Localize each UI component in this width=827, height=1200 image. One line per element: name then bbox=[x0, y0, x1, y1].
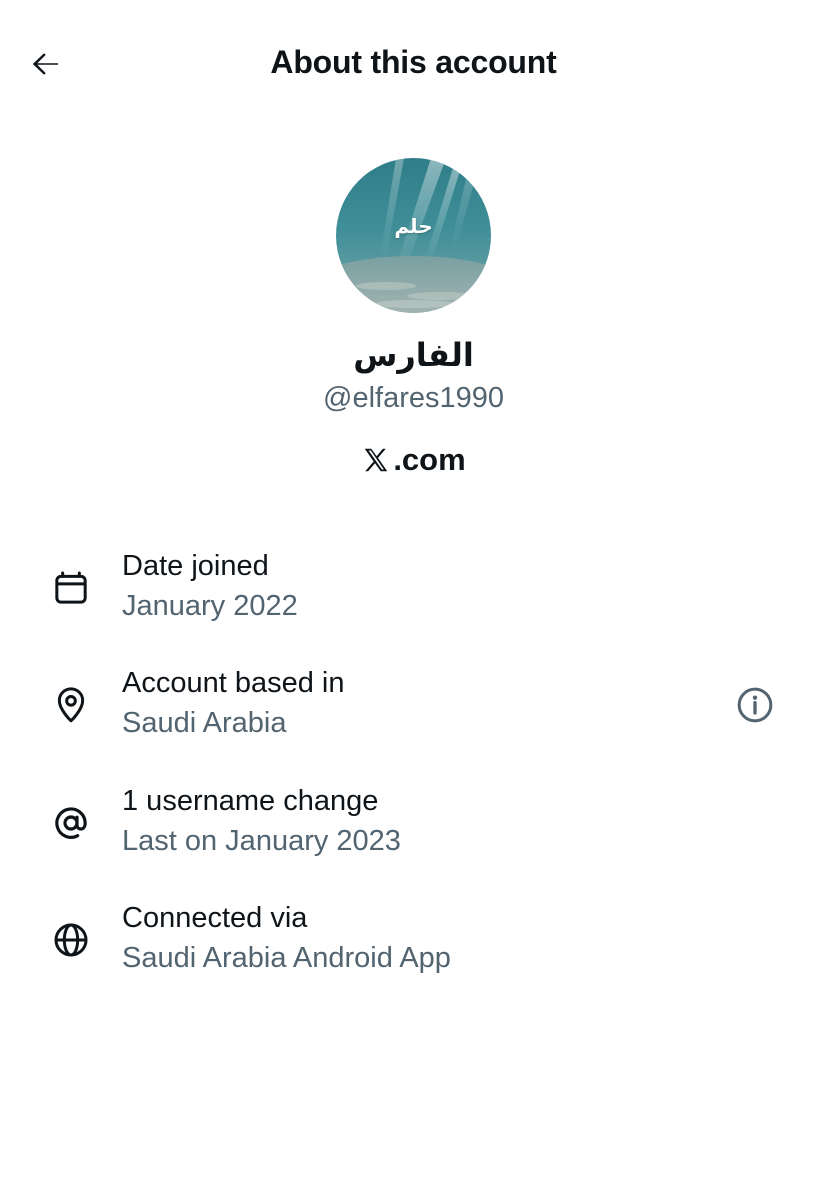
username-change-value: Last on January 2023 bbox=[122, 825, 401, 857]
avatar-caption: حلم bbox=[394, 214, 433, 238]
date-joined-row: Date joined January 2022 bbox=[0, 550, 827, 650]
avatar[interactable]: حلم bbox=[336, 158, 491, 313]
platform-label: .com bbox=[0, 442, 827, 478]
x-logo-icon bbox=[365, 448, 388, 472]
display-name: الفارس bbox=[353, 336, 474, 374]
info-icon bbox=[737, 687, 773, 723]
calendar-icon bbox=[50, 567, 92, 609]
connected-via-label: Connected via bbox=[122, 902, 308, 934]
page-title: About this account bbox=[270, 44, 557, 80]
header: About this account bbox=[0, 0, 827, 128]
username-change-row: 1 username change Last on January 2023 bbox=[0, 785, 827, 885]
connected-via-row: Connected via Saudi Arabia Android App bbox=[0, 902, 827, 1002]
at-sign-icon bbox=[50, 802, 92, 844]
globe-icon bbox=[50, 919, 92, 961]
connected-via-value: Saudi Arabia Android App bbox=[122, 942, 451, 974]
location-pin-icon bbox=[50, 684, 92, 726]
account-based-in-row: Account based in Saudi Arabia bbox=[0, 667, 827, 767]
account-based-in-value: Saudi Arabia bbox=[122, 707, 287, 739]
date-joined-value: January 2022 bbox=[122, 590, 298, 622]
account-based-in-label: Account based in bbox=[122, 667, 345, 699]
platform-domain: .com bbox=[393, 442, 466, 477]
about-account-page: About this account حلم الفارس @elfares19… bbox=[0, 0, 827, 1200]
info-button[interactable] bbox=[734, 684, 776, 726]
date-joined-label: Date joined bbox=[122, 550, 269, 582]
username-change-label: 1 username change bbox=[122, 785, 379, 817]
username-handle: @elfares1990 bbox=[323, 382, 504, 414]
